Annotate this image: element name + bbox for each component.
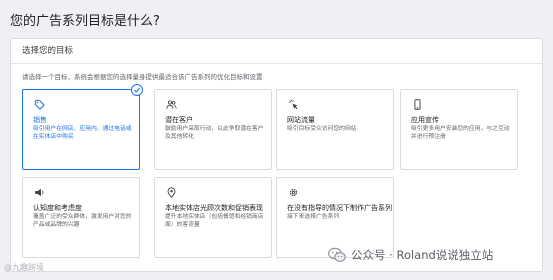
gear-icon (287, 186, 299, 198)
goal-desc: 吸引用户在网店、应用内、通过电话或在实体店中购买 (33, 126, 132, 140)
goal-card-awareness[interactable]: 认知度和考虑度 覆盖广泛的受众群体，激发用户对您的产品或品牌的兴趣 (22, 177, 140, 258)
goal-card-sales[interactable]: 销售 吸引用户在网店、应用内、通过电话或在实体店中购买 (22, 89, 140, 170)
selected-check-icon (131, 84, 143, 96)
goal-title: 潜在客户 (165, 116, 193, 124)
goal-desc: 吸引更多用户安装您的应用，与之互动并进行预注册 (411, 126, 510, 140)
goal-title: 本地实体店光顾次数和促销表现 (165, 204, 263, 212)
goal-desc: 接下来选择广告系列 (287, 214, 340, 220)
panel-hint: 请选择一个目标，系统会根据您的选择量身提供最适合该广告系列的优化目标和设置 (22, 73, 263, 81)
goal-card-local-store[interactable]: 本地实体店光顾次数和促销表现 提升本地实体店（包括餐馆和经销商店面）的客流量 (154, 177, 272, 258)
wechat-icon (328, 247, 346, 262)
panel-header: 选择您的目标 (11, 39, 542, 64)
page-title: 您的广告系列目标是什么? (10, 14, 160, 29)
goal-title: 网站流量 (287, 116, 315, 124)
goal-desc: 覆盖广泛的受众群体，激发用户对您的产品或品牌的兴趣 (33, 214, 132, 228)
tag-icon (33, 98, 45, 110)
users-icon (165, 98, 177, 110)
goal-title: 应用宣传 (411, 116, 439, 124)
wechat-watermark: 公众号 · Roland说说独立站 (328, 247, 493, 263)
goal-desc: 吸引目标受众访问您的网站 (287, 126, 357, 132)
phone-icon (411, 98, 423, 110)
cursor-click-icon (287, 98, 299, 110)
goal-panel: 选择您的目标 请选择一个目标，系统会根据您的选择量身提供最适合该广告系列的优化目… (10, 38, 543, 272)
goal-card-website-traffic[interactable]: 网站流量 吸引目标受众访问您的网站 (276, 89, 394, 170)
goal-card-app-promotion[interactable]: 应用宣传 吸引更多用户安装您的应用，与之互动并进行预注册 (400, 89, 518, 170)
goal-desc: 提升本地实体店（包括餐馆和经销商店面）的客流量 (165, 214, 264, 228)
goal-title: 销售 (33, 116, 47, 124)
goal-desc: 鼓励用户采取行动，以此争取潜在客户及其他转化 (165, 126, 264, 140)
goal-card-no-guidance[interactable]: 在没有指导的情况下制作广告系列 接下来选择广告系列 (276, 177, 394, 258)
goal-title: 在没有指导的情况下制作广告系列 (287, 204, 392, 212)
goal-title: 认知度和考虑度 (33, 204, 82, 212)
megaphone-icon (33, 186, 45, 198)
location-pin-icon (165, 186, 177, 198)
footer-watermark: @九趣跨境 (4, 263, 44, 272)
goal-card-leads[interactable]: 潜在客户 鼓励用户采取行动，以此争取潜在客户及其他转化 (154, 89, 272, 170)
watermark-text: 公众号 · Roland说说独立站 (351, 248, 494, 262)
